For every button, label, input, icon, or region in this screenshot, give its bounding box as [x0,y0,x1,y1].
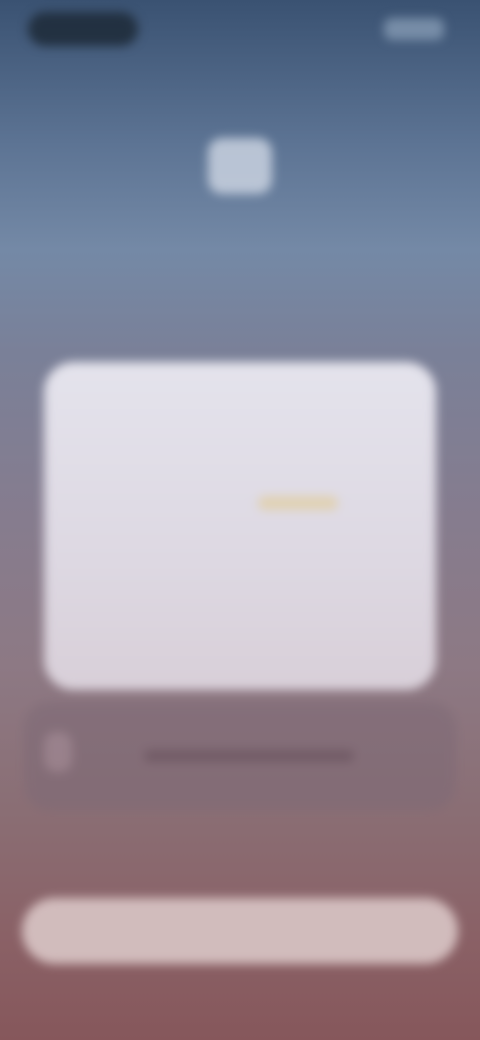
card-row [82,592,402,612]
main-card [44,362,436,690]
header-caption [150,74,330,94]
status-bar [0,0,480,60]
card-link[interactable] [174,630,306,650]
secondary-line-2 [104,776,404,792]
page-subtitle [60,282,420,304]
card-description [82,428,372,446]
info-icon [44,732,72,772]
app-icon [208,138,272,194]
secondary-line [120,722,380,738]
status-indicators [384,18,444,40]
primary-button[interactable] [22,898,458,964]
card-row [82,496,402,516]
secondary-option[interactable] [24,702,456,810]
card-row [82,558,402,578]
highlight-marker [258,496,338,510]
status-time-pill [28,12,138,46]
card-title [82,396,322,418]
page-title [90,220,390,266]
secondary-bar [144,750,354,762]
